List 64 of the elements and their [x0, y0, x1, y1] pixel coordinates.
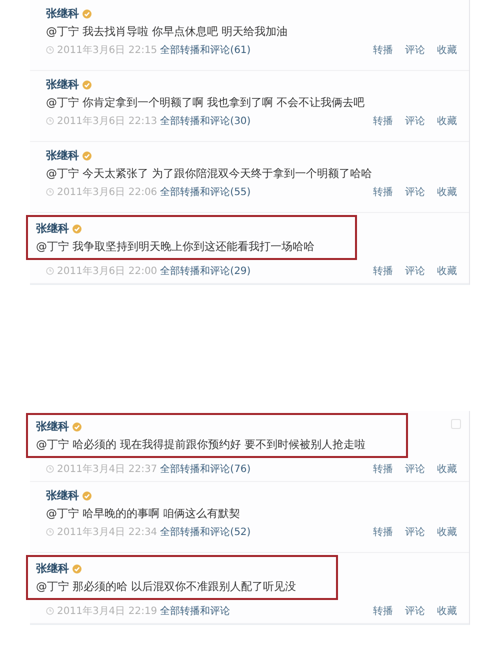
post-time: 2011年3月4日 22:37: [57, 463, 158, 476]
author-name[interactable]: 张继科: [36, 221, 69, 236]
thread-link[interactable]: 全部转播和评论(30): [160, 114, 251, 128]
action-link[interactable]: 转播: [373, 264, 393, 278]
verified-badge-icon: [82, 150, 92, 160]
verified-badge-icon: [82, 80, 92, 90]
author-name[interactable]: 张继科: [46, 148, 79, 163]
action-link[interactable]: 收藏: [437, 114, 457, 128]
clock-icon: [46, 188, 54, 196]
author-name[interactable]: 张继科: [36, 561, 69, 576]
action-link[interactable]: 评论: [405, 604, 425, 618]
thread-link[interactable]: 全部转播和评论(76): [160, 462, 251, 476]
thread-link[interactable]: 全部转播和评论(52): [160, 525, 251, 539]
author-name[interactable]: 张继科: [46, 488, 79, 503]
thread-link[interactable]: 全部转播和评论: [160, 604, 230, 618]
dismiss-icon[interactable]: [451, 419, 461, 429]
verified-badge-icon: [72, 564, 82, 574]
action-link[interactable]: 评论: [405, 264, 425, 278]
author-name[interactable]: 张继科: [46, 77, 79, 92]
post-time: 2011年3月4日 22:34: [57, 526, 158, 539]
action-link[interactable]: 收藏: [437, 264, 457, 278]
clock-icon: [46, 465, 54, 473]
clock-icon: [46, 607, 54, 615]
thread-link[interactable]: 全部转播和评论(29): [160, 264, 251, 278]
verified-badge-icon: [72, 224, 82, 234]
post-text: @丁宁 我争取坚持到明天晚上你到这还能看我打一场哈哈: [36, 239, 314, 254]
post-text: @丁宁 你肯定拿到一个明额了啊 我也拿到了啊 不会不让我俩去吧: [46, 95, 364, 110]
action-link[interactable]: 评论: [405, 525, 425, 539]
action-link[interactable]: 评论: [405, 114, 425, 128]
post-time: 2011年3月6日 22:00: [57, 265, 158, 278]
post-time: 2011年3月6日 22:06: [57, 186, 158, 199]
clock-icon: [46, 117, 54, 125]
action-link[interactable]: 转播: [373, 525, 393, 539]
post-text: @丁宁 那必须的哈 以后混双你不准跟别人配了听见没: [36, 579, 296, 594]
action-link[interactable]: 收藏: [437, 604, 457, 618]
post-text: @丁宁 哈必须的 现在我得提前跟你预约好 要不到时候被别人抢走啦: [36, 437, 366, 452]
post-time: 2011年3月6日 22:13: [57, 115, 158, 128]
verified-badge-icon: [82, 8, 92, 18]
clock-icon: [46, 528, 54, 536]
action-link[interactable]: 评论: [405, 43, 425, 57]
post-text: @丁宁 今天太紧张了 为了跟你陪混双今天终于拿到一个明额了哈哈: [46, 166, 372, 181]
clock-icon: [46, 267, 54, 275]
action-link[interactable]: 收藏: [437, 462, 457, 476]
action-link[interactable]: 转播: [373, 462, 393, 476]
post-text: @丁宁 哈早晚的的事啊 咱俩这么有默契: [46, 506, 240, 521]
action-link[interactable]: 评论: [405, 462, 425, 476]
action-link[interactable]: 转播: [373, 604, 393, 618]
verified-badge-icon: [82, 490, 92, 500]
action-link[interactable]: 收藏: [437, 525, 457, 539]
thread-link[interactable]: 全部转播和评论(55): [160, 185, 251, 199]
verified-badge-icon: [72, 422, 82, 432]
action-link[interactable]: 转播: [373, 185, 393, 199]
author-name[interactable]: 张继科: [36, 419, 69, 434]
action-link[interactable]: 收藏: [437, 185, 457, 199]
clock-icon: [46, 46, 54, 54]
action-link[interactable]: 评论: [405, 185, 425, 199]
action-link[interactable]: 转播: [373, 43, 393, 57]
action-link[interactable]: 收藏: [437, 43, 457, 57]
thread-link[interactable]: 全部转播和评论(61): [160, 43, 251, 57]
post-text: @丁宁 我去找肖导啦 你早点休息吧 明天给我加油: [46, 24, 288, 39]
action-link[interactable]: 转播: [373, 114, 393, 128]
post-time: 2011年3月4日 22:19: [57, 605, 158, 618]
post-time: 2011年3月6日 22:15: [57, 44, 158, 57]
author-name[interactable]: 张继科: [46, 6, 79, 21]
